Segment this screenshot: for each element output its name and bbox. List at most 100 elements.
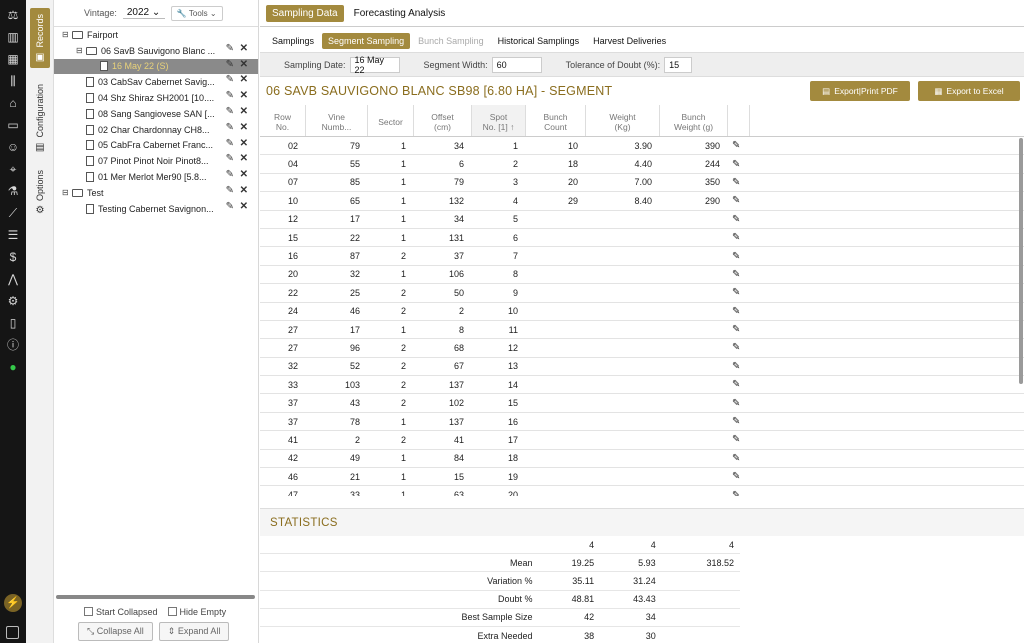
barn-icon[interactable]: ⌂	[0, 96, 26, 110]
table-row[interactable]: 46 21 1 15 19 ✎	[260, 468, 1024, 487]
pencil-icon[interactable]: ✎	[226, 185, 234, 196]
pencil-icon[interactable]: ✎	[226, 138, 234, 149]
column-header[interactable]: Bunch Weight (g)	[660, 105, 728, 136]
table-row[interactable]: 12 17 1 34 5 ✎	[260, 211, 1024, 229]
column-header[interactable]: Row No.	[260, 105, 306, 136]
people-icon[interactable]: ☺	[0, 140, 26, 154]
pencil-icon[interactable]: ✎	[226, 122, 234, 133]
compass-icon[interactable]: ⋀	[0, 272, 26, 286]
sampling-date-field[interactable]: 16 May 22	[349, 55, 400, 75]
grid-calendar-icon[interactable]: ▦	[0, 52, 26, 66]
pencil-icon[interactable]: ✎	[226, 74, 234, 85]
scale-icon[interactable]: ⚖	[0, 8, 26, 22]
pencil-icon[interactable]: ✎	[728, 339, 750, 356]
pencil-icon[interactable]: ✎	[728, 229, 750, 246]
table-row[interactable]: 37 78 1 137 16 ✎	[260, 413, 1024, 432]
pencil-icon[interactable]: ✎	[226, 153, 234, 164]
column-header[interactable]: Vine Numb...	[306, 105, 368, 136]
vintage-select[interactable]: 2022 ⌄	[122, 7, 165, 19]
info-icon[interactable]: ⓘ	[0, 338, 26, 352]
close-icon[interactable]: ✕	[240, 185, 248, 196]
export-pdf-button[interactable]: ▤ Export|Print PDF	[810, 81, 910, 101]
tree-item[interactable]: 08 Sang Sangiovese SAN [... ✎ ✕	[54, 106, 258, 122]
tools-button[interactable]: 🔧 Tools ⌄	[170, 5, 223, 21]
collapse-toggle-icon[interactable]: ⊟	[62, 30, 70, 39]
table-row[interactable]: 27 17 1 8 11 ✎	[260, 321, 1024, 340]
pencil-icon[interactable]: ✎	[728, 431, 750, 448]
tree-item[interactable]: 04 Shz Shiraz SH2001 [10.... ✎ ✕	[54, 90, 258, 106]
flask-icon[interactable]: ⚗	[0, 184, 26, 198]
tab-options[interactable]: Options ⚙	[30, 164, 50, 220]
home-icon[interactable]	[6, 626, 19, 639]
close-icon[interactable]: ✕	[240, 43, 248, 54]
pencil-icon[interactable]: ✎	[728, 174, 750, 191]
pencil-icon[interactable]: ✎	[728, 468, 750, 485]
pencil-icon[interactable]: ✎	[728, 247, 750, 264]
close-icon[interactable]: ✕	[240, 122, 248, 133]
tree-item[interactable]: Testing Cabernet Savignon... ✎ ✕	[54, 201, 258, 217]
column-header[interactable]: Sector	[368, 105, 414, 136]
pencil-icon[interactable]: ✎	[728, 486, 750, 496]
tree-scrollbar[interactable]	[56, 595, 255, 599]
tree-item[interactable]: ⊟ Test ✎ ✕	[54, 185, 258, 201]
pencil-icon[interactable]: ✎	[728, 284, 750, 301]
column-header[interactable]: Offset (cm)	[414, 105, 472, 136]
table-row[interactable]: 04 55 1 6 2 18 4.40 244 ✎	[260, 155, 1024, 174]
pencil-icon[interactable]: ✎	[226, 59, 234, 70]
pencil-icon[interactable]: ✎	[728, 394, 750, 411]
table-row[interactable]: 16 87 2 37 7 ✎	[260, 247, 1024, 266]
close-icon[interactable]: ✕	[240, 74, 248, 85]
money-icon[interactable]: $	[0, 250, 26, 264]
subtab-harvest-deliveries[interactable]: Harvest Deliveries	[587, 33, 672, 49]
tree-item[interactable]: ⊟ 06 SavB Sauvigono Blanc ... ✎ ✕	[54, 43, 258, 59]
tab-records[interactable]: Records ▣	[30, 8, 50, 68]
table-scrollbar[interactable]	[1019, 138, 1023, 384]
pencil-icon[interactable]: ✎	[728, 303, 750, 320]
table-row[interactable]: 15 22 1 131 6 ✎	[260, 229, 1024, 248]
table-row[interactable]: 02 79 1 34 1 10 3.90 390 ✎	[260, 137, 1024, 156]
pencil-icon[interactable]: ✎	[728, 321, 750, 338]
subtab-segment-sampling[interactable]: Segment Sampling	[322, 33, 411, 49]
table-row[interactable]: 27 96 2 68 12 ✎	[260, 339, 1024, 358]
segment-width-field[interactable]: 60	[491, 56, 542, 73]
close-icon[interactable]: ✕	[240, 138, 248, 149]
pencil-icon[interactable]: ✎	[226, 43, 234, 54]
pencil-icon[interactable]: ✎	[728, 450, 750, 467]
table-row[interactable]: 24 46 2 2 10 ✎	[260, 303, 1024, 321]
calendar-icon[interactable]: ▥	[0, 30, 26, 44]
collapse-toggle-icon[interactable]: ⊟	[76, 46, 84, 55]
close-icon[interactable]: ✕	[240, 90, 248, 101]
column-header[interactable]: Weight (Kg)	[586, 105, 660, 136]
table-row[interactable]: 41 2 2 41 17 ✎	[260, 431, 1024, 450]
pencil-icon[interactable]: ✎	[728, 376, 750, 393]
expand-all-button[interactable]: ⇕ Expand All	[158, 622, 230, 641]
close-icon[interactable]: ✕	[240, 153, 248, 164]
pencil-icon[interactable]: ✎	[728, 413, 750, 430]
tree-item[interactable]: 03 CabSav Cabernet Savig... ✎ ✕	[54, 74, 258, 90]
table-row[interactable]: 22 25 2 50 9 ✎	[260, 284, 1024, 303]
collapse-toggle-icon[interactable]: ⊟	[62, 188, 70, 197]
gear-icon[interactable]: ⚙	[0, 294, 26, 308]
export-excel-button[interactable]: ▦ Export to Excel	[918, 81, 1020, 101]
chat-icon[interactable]: ●	[0, 360, 26, 374]
tree-item[interactable]: 02 Char Chardonnay CH8... ✎ ✕	[54, 122, 258, 138]
tree-item[interactable]: 05 CabFra Cabernet Franc... ✎ ✕	[54, 138, 258, 154]
tree-item[interactable]: ⊟ Fairport	[54, 27, 258, 43]
table-row[interactable]: 42 49 1 84 18 ✎	[260, 450, 1024, 469]
pencil-icon[interactable]: ✎	[728, 211, 750, 228]
collapse-all-button[interactable]: ⤡ Collapse All	[78, 622, 153, 641]
table-row[interactable]: 07 85 1 79 3 20 7.00 350 ✎	[260, 174, 1024, 193]
table-row[interactable]: 33 103 2 137 14 ✎	[260, 376, 1024, 395]
pencil-icon[interactable]: ✎	[226, 169, 234, 180]
pencil-icon[interactable]: ✎	[226, 201, 234, 212]
tab-sampling-data[interactable]: Sampling Data	[266, 4, 344, 22]
hide-empty-checkbox[interactable]: Hide Empty	[167, 607, 226, 617]
map-pin-icon[interactable]: ⌖	[0, 162, 26, 176]
columns-icon[interactable]: ⫼	[0, 74, 26, 88]
tablet-icon[interactable]: ▯	[0, 316, 26, 330]
pencil-icon[interactable]: ✎	[226, 106, 234, 117]
tolerance-field[interactable]: 15	[664, 56, 693, 73]
subtab-historical-samplings[interactable]: Historical Samplings	[492, 33, 586, 49]
close-icon[interactable]: ✕	[240, 106, 248, 117]
start-collapsed-checkbox[interactable]: Start Collapsed	[84, 607, 158, 617]
